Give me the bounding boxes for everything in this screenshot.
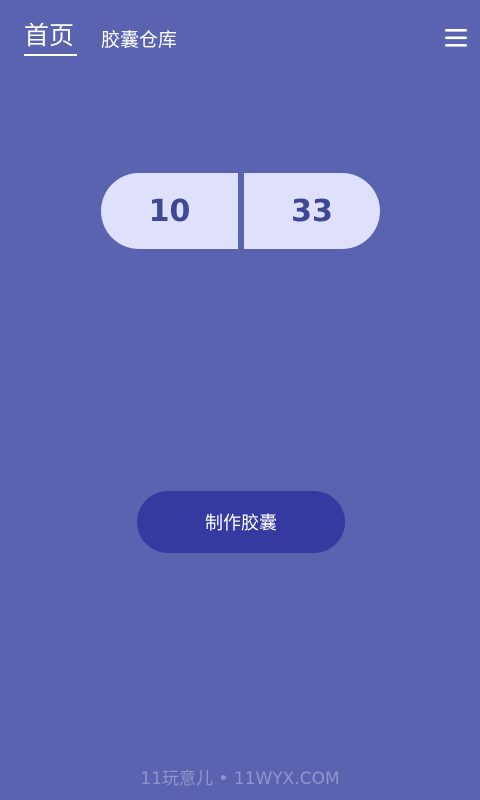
top-bar: 首页 胶囊仓库 — [0, 0, 480, 76]
tab-capsule-warehouse[interactable]: 胶囊仓库 — [101, 22, 177, 58]
make-capsule-button[interactable]: 制作胶囊 — [137, 491, 345, 553]
hamburger-menu-icon — [445, 29, 467, 47]
tab-home[interactable]: 首页 — [24, 18, 74, 54]
capsule-display: 10 33 — [101, 173, 380, 249]
watermark-text: 11玩意儿 • 11WYX.COM — [140, 769, 340, 789]
capsule-left-value: 10 — [101, 173, 238, 249]
tab-home-active-indicator — [24, 54, 77, 56]
menu-button[interactable] — [440, 24, 472, 52]
capsule-right-value: 33 — [244, 173, 380, 249]
